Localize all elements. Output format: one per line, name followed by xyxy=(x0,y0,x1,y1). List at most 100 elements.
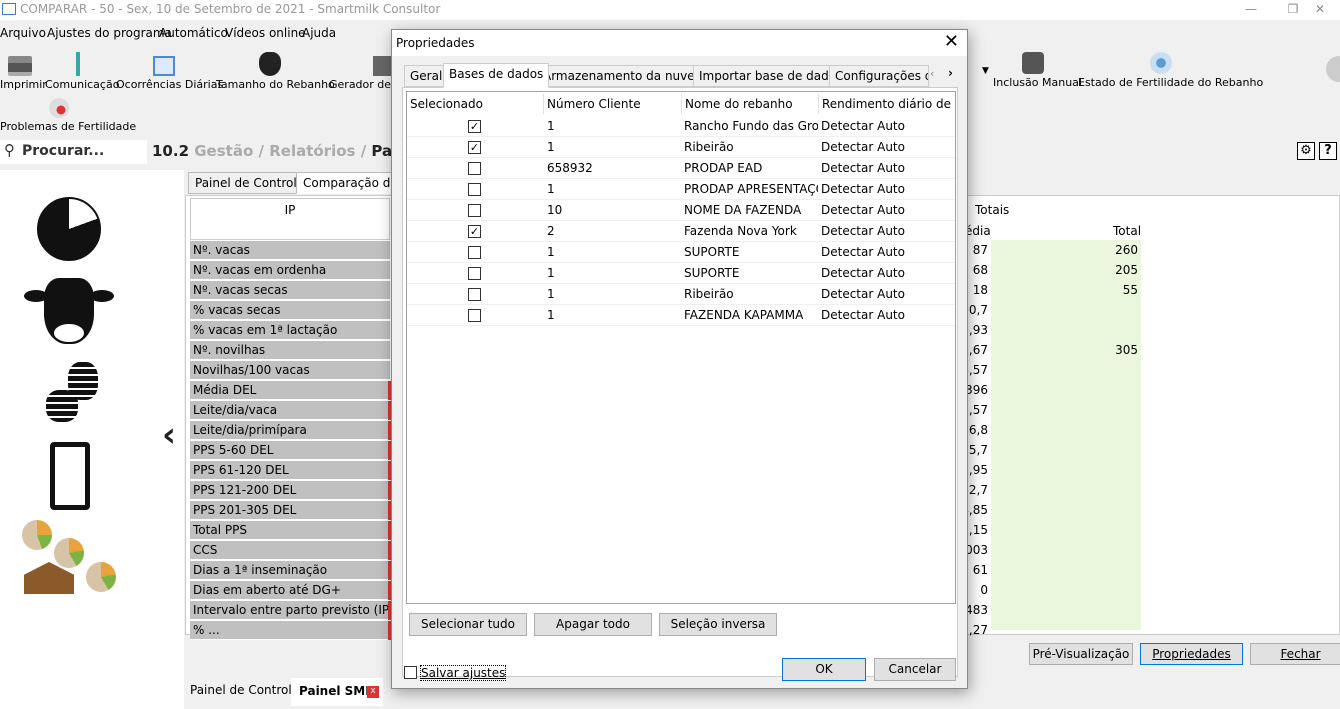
farm-pies-icon[interactable] xyxy=(20,518,118,596)
toolbar-comunicacao[interactable]: Comunicação xyxy=(45,52,119,91)
help-icon[interactable]: ? xyxy=(1319,142,1337,160)
ip-row[interactable]: PPS 5-60 DEL xyxy=(190,441,390,460)
ip-row[interactable]: PPS 201-305 DEL xyxy=(190,501,390,520)
totals-header: Totais xyxy=(975,203,1010,217)
row-checkbox[interactable] xyxy=(468,288,481,301)
minimize-button[interactable]: — xyxy=(1228,0,1274,20)
toolbar-scroll-circle-icon[interactable] xyxy=(1326,56,1340,82)
table-row[interactable]: 1 FAZENDA KAPAMMA Detectar Auto xyxy=(407,305,955,326)
table-row[interactable]: 10 NOME DA FAZENDA Detectar Auto xyxy=(407,200,955,221)
ip-row[interactable]: PPS 121-200 DEL xyxy=(190,481,390,500)
search-input[interactable]: ⚲ Procurar... xyxy=(0,140,147,164)
ip-row[interactable]: Novilhas/100 vacas xyxy=(190,361,390,380)
table-row[interactable]: 658932 PRODAP EAD Detectar Auto xyxy=(407,158,955,179)
ip-row[interactable]: % ... xyxy=(190,621,390,640)
preview-button[interactable]: Pré-Visualização xyxy=(1029,643,1133,665)
select-all-button[interactable]: Selecionar tudo xyxy=(409,613,527,636)
table-row[interactable]: ✓ 1 Rancho Fundo das GrotasDetectar Auto xyxy=(407,116,955,137)
table-row[interactable]: ✓ 2 Fazenda Nova York Detectar Auto xyxy=(407,221,955,242)
tab-scroll-left-icon[interactable]: ‹ xyxy=(930,67,934,80)
toolbar-problemas-fertilidade[interactable]: Problemas de Fertilidade xyxy=(0,98,136,133)
cell-nome-rebanho: SUPORTE xyxy=(684,266,740,280)
close-tab-icon[interactable]: x xyxy=(367,686,379,698)
tab-bases-de-dados[interactable]: Bases de dados xyxy=(443,63,550,88)
bottom-tab-painel-controle[interactable]: Painel de Controle xyxy=(185,680,304,704)
ip-row[interactable]: Leite/dia/primípara xyxy=(190,421,390,440)
ip-row[interactable]: Intervalo entre parto previsto (IPP) xyxy=(190,601,390,620)
toolbar-imprimir[interactable]: Imprimir xyxy=(0,52,47,91)
toolbar-tamanho-rebanho[interactable]: Tamanho do Rebanho xyxy=(216,52,335,91)
row-checkbox[interactable]: ✓ xyxy=(468,120,481,133)
ip-row[interactable]: % vacas em 1ª lactação xyxy=(190,321,390,340)
row-checkbox[interactable] xyxy=(468,204,481,217)
properties-dialog: Propriedades ✕ Geral Bases de dados Arma… xyxy=(391,29,968,689)
cell-rendimento: Detectar Auto xyxy=(821,245,905,259)
menu-ajustes[interactable]: Ajustes do programa xyxy=(47,26,172,40)
properties-button[interactable]: Propriedades xyxy=(1140,643,1243,665)
clear-all-button[interactable]: Apagar todo xyxy=(534,613,652,636)
tab-comparacao[interactable]: Comparação de xyxy=(296,172,392,194)
dialog-close-icon[interactable]: ✕ xyxy=(944,32,959,52)
col-rendimento[interactable]: Rendimento diário de leit xyxy=(819,94,955,114)
table-row[interactable]: ✓ 1 Ribeirão Detectar Auto xyxy=(407,137,955,158)
total-header: Total xyxy=(1113,224,1142,238)
tab-configuracoes[interactable]: Configurações de xyxy=(829,65,929,87)
collapse-arrow-icon[interactable]: ‹ xyxy=(162,418,176,452)
tab-scroll-right-icon[interactable]: › xyxy=(948,66,953,80)
row-checkbox[interactable]: ✓ xyxy=(468,225,481,238)
table-row[interactable]: 1 SUPORTE Detectar Auto xyxy=(407,263,955,284)
cow-head-icon[interactable] xyxy=(24,278,114,348)
ip-row[interactable]: % vacas secas xyxy=(190,301,390,320)
row-checkbox[interactable]: ✓ xyxy=(468,141,481,154)
menu-ajuda[interactable]: Ajuda xyxy=(302,26,336,40)
ip-row[interactable]: Dias a 1ª inseminação xyxy=(190,561,390,580)
toolbar-estado-fertilidade[interactable]: Estado de Fertilidade do Rebanho xyxy=(1078,52,1263,89)
row-checkbox[interactable] xyxy=(468,162,481,175)
ip-row[interactable]: Leite/dia/vaca xyxy=(190,401,390,420)
menu-automatico[interactable]: Automático xyxy=(159,26,228,40)
save-settings-checkbox[interactable] xyxy=(404,666,417,679)
tab-geral[interactable]: Geral xyxy=(404,65,449,87)
toolbar-ocorrencias[interactable]: Ocorrências Diárias xyxy=(116,52,223,91)
ip-row[interactable]: Nº. novilhas xyxy=(190,341,390,360)
save-settings-label[interactable]: Salvar ajustes xyxy=(420,665,507,681)
settings-gear-icon[interactable]: ⚙ xyxy=(1297,142,1315,160)
ip-row[interactable]: Nº. vacas xyxy=(190,241,390,260)
ok-button[interactable]: OK xyxy=(782,658,866,681)
table-row[interactable]: 1 Ribeirão Detectar Auto xyxy=(407,284,955,305)
row-checkbox[interactable] xyxy=(468,246,481,259)
menu-arquivo[interactable]: Arquivo xyxy=(0,26,46,40)
ip-row[interactable]: Média DEL xyxy=(190,381,390,400)
cell-numero-cliente: 1 xyxy=(547,287,555,301)
col-nome-rebanho[interactable]: Nome do rebanho xyxy=(682,94,819,114)
table-row[interactable]: 1 PRODAP APRESENTAÇOESDetectar Auto xyxy=(407,179,955,200)
toolbar-gerador[interactable]: Gerador de R xyxy=(329,52,391,91)
pie-chart-icon[interactable] xyxy=(37,197,101,261)
ip-row[interactable]: CCS xyxy=(190,541,390,560)
ip-row[interactable]: PPS 61-120 DEL xyxy=(190,461,390,480)
mobile-phone-icon[interactable] xyxy=(50,442,90,510)
ip-row[interactable]: Total PPS xyxy=(190,521,390,540)
tab-importar[interactable]: Importar base de dados xyxy=(693,65,849,87)
col-numero-cliente[interactable]: Número Cliente xyxy=(544,94,682,114)
ip-row[interactable]: Dias em aberto até DG+ xyxy=(190,581,390,600)
close-button[interactable]: Fechar xyxy=(1250,643,1340,665)
cell-numero-cliente: 658932 xyxy=(547,161,593,175)
antenna-icon xyxy=(76,52,80,76)
toolbar-overflow-arrow[interactable]: ▼ xyxy=(982,66,989,76)
cancel-button[interactable]: Cancelar xyxy=(874,658,956,681)
menu-videos[interactable]: Vídeos online xyxy=(225,26,306,40)
row-checkbox[interactable] xyxy=(468,183,481,196)
toolbar-inclusao-manual[interactable]: Inclusão Manual xyxy=(993,52,1082,89)
invert-selection-button[interactable]: Seleção inversa xyxy=(659,613,777,636)
row-checkbox[interactable] xyxy=(468,309,481,322)
table-row[interactable]: 1 SUPORTE Detectar Auto xyxy=(407,242,955,263)
row-checkbox[interactable] xyxy=(468,267,481,280)
close-window-button[interactable]: ✕ xyxy=(1300,0,1340,20)
tab-armazenamento-nuvem[interactable]: Armazenamento da nuvem xyxy=(537,65,713,87)
tab-painel-controle[interactable]: Painel de Controle xyxy=(188,172,312,194)
ip-row[interactable]: Nº. vacas secas xyxy=(190,281,390,300)
ip-row[interactable]: Nº. vacas em ordenha xyxy=(190,261,390,280)
col-selecionado[interactable]: Selecionado xyxy=(407,94,544,114)
coins-icon[interactable] xyxy=(40,362,102,428)
